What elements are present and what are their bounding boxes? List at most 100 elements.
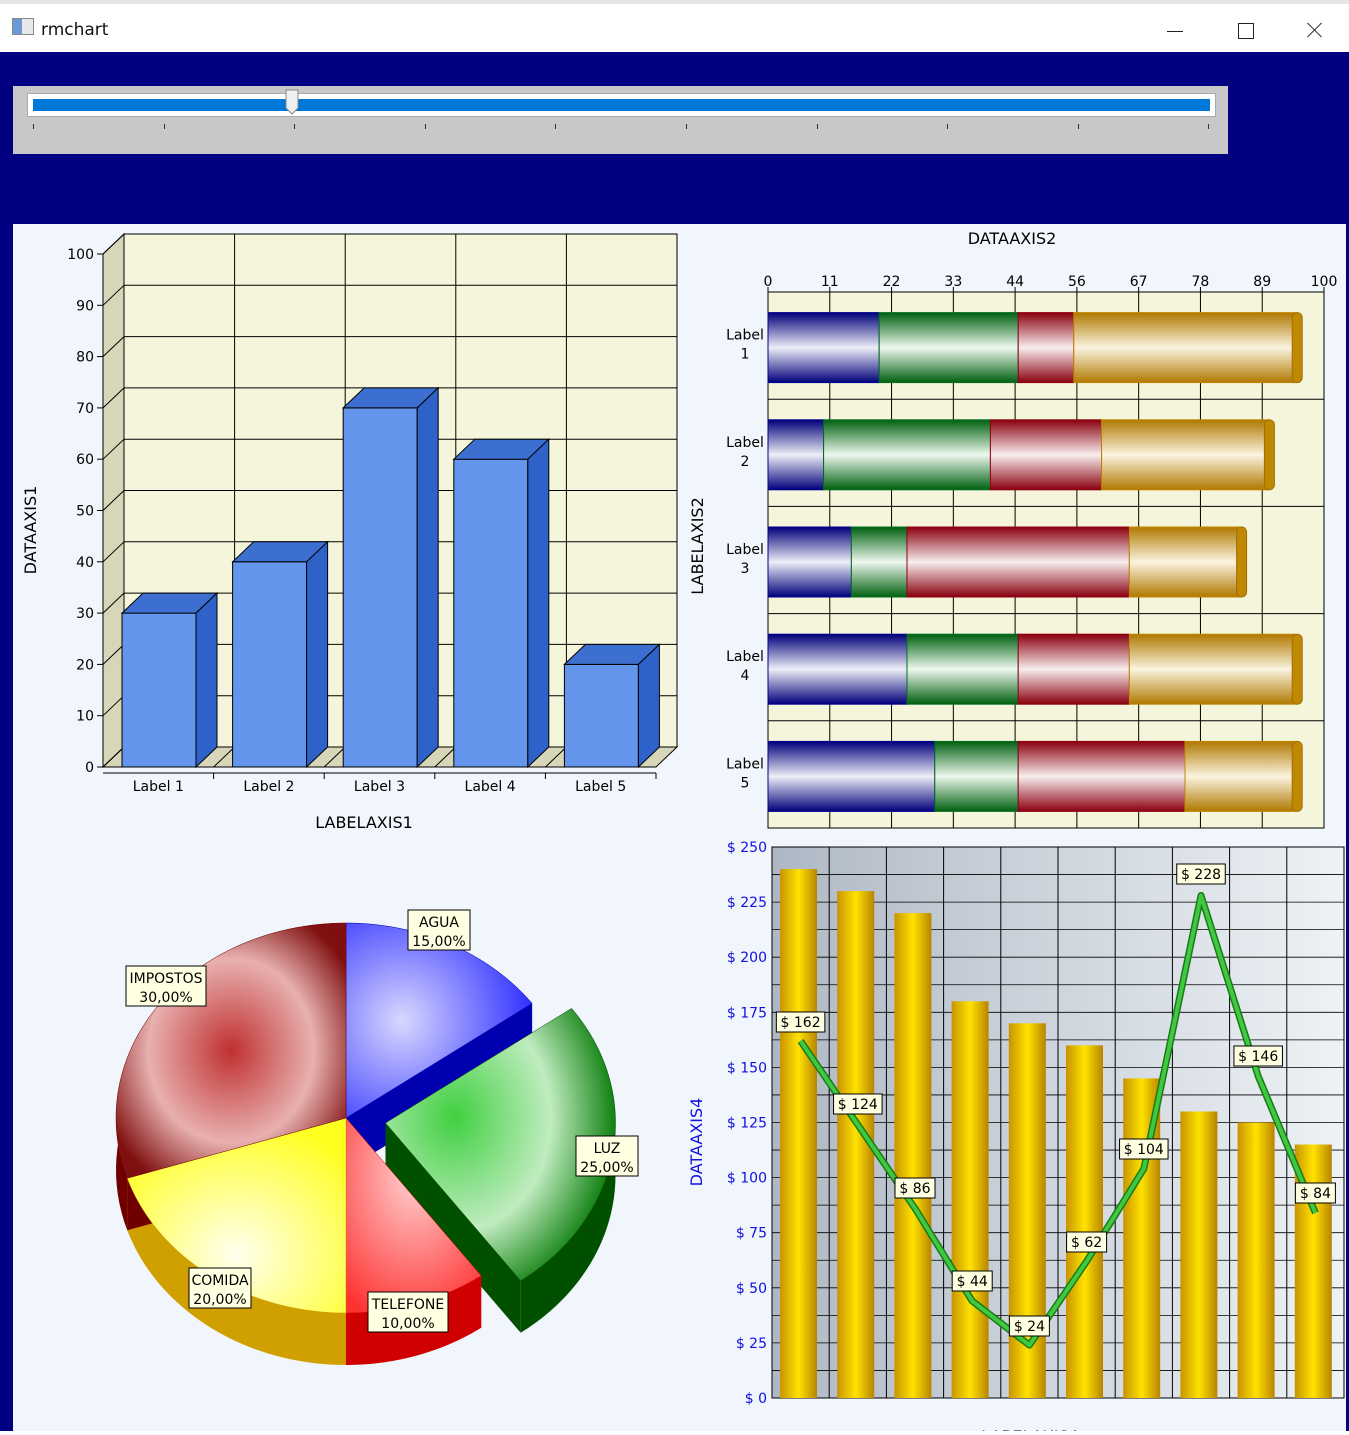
bar-side (527, 438, 550, 769)
bar-segment (1128, 526, 1242, 598)
slider-panel (13, 86, 1228, 154)
pie-label-name: TELEFONE (371, 1297, 444, 1313)
bar-segment (934, 740, 1019, 812)
x-tick-label: Label 1 (133, 779, 184, 795)
y-tick-label: 1 (741, 347, 750, 363)
bar-segment (878, 312, 1019, 384)
y-tick-label: 3 (741, 561, 750, 577)
slider-tick (163, 124, 165, 129)
combo-chart: $ 0 $ 25 $ 50 $ 75 $ 100 $ 125 $ 150 $ 175 $ 200… (687, 840, 1345, 1435)
title-bar: rmchart (0, 0, 1349, 52)
bar-cap (1263, 419, 1275, 491)
bar-cap (1236, 526, 1248, 598)
bar-segment (1128, 633, 1297, 705)
x-tick-label: Label 4 (465, 779, 516, 795)
bar-cap (1291, 312, 1303, 384)
point-label: $ 62 (1071, 1235, 1102, 1251)
x-axis-title: LABELAXIS4 (981, 1427, 1079, 1431)
y-tick-label: $ 175 (727, 1005, 767, 1021)
y-tick-label: $ 50 (736, 1281, 767, 1297)
y-tick-label: $ 0 (745, 1391, 767, 1407)
y-tick-label: Label (726, 649, 764, 665)
x-axis-title: LABELAXIS1 (315, 813, 413, 832)
slider-tick (294, 124, 296, 129)
bar-side (195, 591, 218, 769)
y-axis-title: DATAAXIS1 (21, 486, 40, 575)
y-tick-label: $ 25 (736, 1336, 767, 1352)
slider-fill (33, 99, 1210, 111)
y-tick-label: 4 (741, 668, 750, 684)
point-label: $ 104 (1124, 1142, 1164, 1158)
y-tick-label: $ 225 (727, 895, 767, 911)
bar (1180, 1111, 1218, 1398)
bar-segment (767, 633, 908, 705)
x-tick-label: 100 (1311, 274, 1338, 290)
pie-chart: AGUA 15,00% LUZ 25,00% TELEFONE 10,00% COMIDA 2… (115, 909, 639, 1365)
x-axis-title: DATAAXIS2 (968, 229, 1057, 248)
y-tick-label: 100 (67, 247, 94, 263)
chart-area: 0 10 20 30 40 50 60 70 80 90 100 Label 1 Label 2 Labe… (13, 224, 1346, 1435)
bar-segment (767, 526, 852, 598)
y-tick-label: 10 (76, 709, 94, 725)
x-tick-label: 78 (1192, 274, 1210, 290)
point-label: $ 84 (1300, 1186, 1331, 1202)
slider-tick (816, 124, 818, 129)
bar (232, 561, 308, 768)
y-tick-label: 2 (741, 454, 750, 470)
bar-segment (1101, 419, 1269, 491)
y-axis-title: DATAAXIS4 (687, 1098, 706, 1187)
x-tick-label: 0 (764, 274, 773, 290)
y-tick-label: $ 250 (727, 840, 767, 856)
point-label: $ 228 (1181, 867, 1221, 883)
y-tick-label: 60 (76, 452, 94, 468)
y-tick-label: 50 (76, 504, 94, 520)
y-tick-label: 70 (76, 401, 94, 417)
bar (121, 612, 197, 768)
bar (563, 663, 639, 768)
bar (894, 913, 932, 1398)
x-tick-label: 56 (1068, 274, 1086, 290)
maximize-button[interactable] (1222, 12, 1268, 48)
bar (453, 458, 529, 768)
pie-label-percent: 20,00% (193, 1292, 246, 1308)
point-label: $ 86 (899, 1181, 930, 1197)
minimize-button[interactable] (1152, 12, 1198, 48)
bar-segment (906, 633, 1019, 705)
bar-side (637, 643, 660, 769)
slider-tick (33, 124, 34, 129)
pie-label-name: LUZ (594, 1141, 621, 1157)
window-title: rmchart (41, 20, 109, 40)
bar-side (306, 540, 329, 769)
slider-track[interactable] (27, 93, 1216, 117)
bar (1237, 1122, 1275, 1398)
y-tick-label: $ 200 (727, 950, 767, 966)
y-tick-label: 30 (76, 606, 94, 622)
slider-tick (947, 124, 949, 129)
x-tick-label: 89 (1253, 274, 1271, 290)
bar (1066, 1045, 1103, 1398)
bar-segment (989, 419, 1103, 491)
bar-cap (1291, 740, 1303, 812)
bar-segment (767, 740, 936, 812)
y-tick-label: $ 150 (727, 1060, 767, 1076)
y-tick-label: $ 75 (736, 1226, 767, 1242)
charts-canvas: 0102030405060708090100Label 1 Label 2 Labe… (21, 229, 1345, 1435)
bar-segment (823, 419, 991, 491)
bar-segment (1184, 740, 1297, 812)
pie-label-name: COMIDA (191, 1273, 249, 1289)
close-button[interactable] (1292, 12, 1338, 48)
bar-cap (1291, 633, 1303, 705)
bar-segment (850, 526, 908, 598)
bar-segment (1017, 633, 1130, 705)
y-tick-label: 5 (741, 775, 750, 791)
x-tick-label: Label 3 (354, 779, 405, 795)
slider-tick (424, 124, 426, 129)
slider-thumb[interactable] (285, 89, 299, 115)
pie-label-name: IMPOSTOS (129, 971, 202, 987)
y-tick-label: Label (726, 328, 764, 344)
bar-segment (906, 526, 1130, 598)
point-label: $ 124 (838, 1097, 878, 1113)
y-tick-label: Label (726, 435, 764, 451)
y-tick-label: 40 (76, 555, 94, 571)
stacked-bar-chart: 0 11 22 33 44 56 67 78 89 100 Label 1 Label 2 Label 3 La… (688, 229, 1338, 829)
